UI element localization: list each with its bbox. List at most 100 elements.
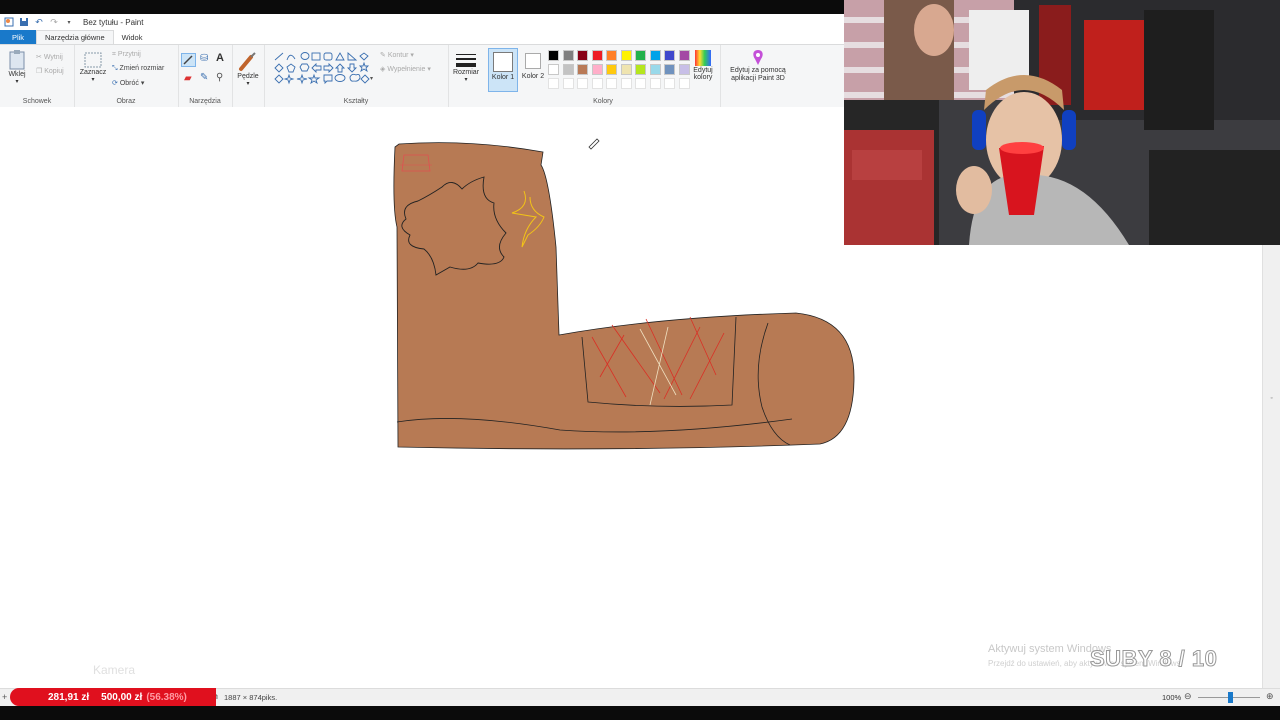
shapes-group-label: Kształty	[343, 98, 369, 105]
fill-bucket-icon[interactable]: ⛁	[200, 53, 208, 64]
paint3d-label: Edytuj za pomocą aplikacji Paint 3D	[730, 67, 786, 82]
donation-goal: 500,00 zł	[101, 691, 143, 703]
fill-button[interactable]: ◈ Wypełnienie ▾	[380, 65, 431, 73]
color-picker-icon[interactable]: ✎	[200, 72, 208, 83]
zoom-out-icon[interactable]: ⊖	[1184, 691, 1192, 702]
colors-group: Kolor 1 Kolor 2 Edytuj kolory Kolory	[486, 45, 721, 107]
chevron-down-icon: ▾	[91, 77, 95, 83]
edit-colors-button[interactable]: Edytuj kolory	[688, 49, 718, 81]
custom-color-slot[interactable]	[591, 78, 603, 89]
fill-label: Wypełnienie	[387, 66, 426, 73]
palette-swatch[interactable]	[635, 50, 646, 61]
resize-handle-icon[interactable]: ◦	[1263, 395, 1280, 407]
color1-button[interactable]: Kolor 1	[488, 48, 518, 92]
tab-view[interactable]: Widok	[114, 30, 151, 44]
brushes-label: Pędzle	[237, 73, 259, 80]
shapes-group: ▾ ✎ Kontur ▾ ◈ Wypełnienie ▾ Kształty	[264, 45, 449, 107]
custom-color-slot[interactable]	[577, 78, 588, 89]
palette-swatch[interactable]	[548, 50, 559, 61]
copy-button[interactable]: ❐ Kopiuj	[36, 67, 64, 75]
rainbow-palette-icon	[695, 50, 711, 66]
magnifier-icon[interactable]: ⚲	[216, 72, 223, 83]
paint3d-group: Edytuj za pomocą aplikacji Paint 3D	[720, 45, 796, 107]
palette-swatch[interactable]	[591, 64, 603, 75]
custom-color-slot[interactable]	[620, 78, 632, 89]
cut-button[interactable]: ✂ Wytnij	[36, 53, 63, 61]
chevron-down-icon[interactable]: ▾	[370, 75, 373, 82]
undo-icon[interactable]: ↶	[33, 16, 45, 28]
palette-swatch[interactable]	[577, 64, 588, 75]
outline-button[interactable]: ✎ Kontur ▾	[380, 51, 414, 59]
pencil-tool[interactable]	[181, 53, 196, 67]
copy-label: Kopiuj	[44, 68, 64, 75]
palette-swatch[interactable]	[664, 64, 675, 75]
custom-color-slot[interactable]	[649, 78, 661, 89]
selection-icon	[84, 52, 102, 68]
image-group-label: Obraz	[116, 98, 136, 105]
color2-button[interactable]: Kolor 2	[520, 48, 546, 80]
palette-swatch[interactable]	[649, 50, 661, 61]
palette-swatch[interactable]	[606, 50, 617, 61]
webcam-feed	[844, 0, 1280, 245]
line-width-icon	[456, 54, 476, 67]
brush-icon	[239, 52, 256, 71]
palette-swatch[interactable]	[620, 50, 632, 61]
ribbon-tabs: Plik Narzędzia główne Widok	[0, 30, 844, 44]
palette-swatch[interactable]	[591, 50, 603, 61]
clipboard-group: Wklej ▾ ✂ Wytnij ❐ Kopiuj Schowek	[0, 45, 75, 107]
paste-label: Wklej	[8, 71, 26, 78]
tools-group: ⛁ A ▰ ✎ ⚲ Narzędzia	[178, 45, 233, 107]
palette-swatch[interactable]	[577, 50, 588, 61]
zoom-in-icon[interactable]: ⊕	[1266, 691, 1274, 702]
custom-color-slot[interactable]	[548, 78, 559, 89]
palette-swatch[interactable]	[620, 64, 632, 75]
donation-current: 281,91 zł	[48, 691, 90, 703]
size-group: Rozmiar ▾	[448, 45, 484, 107]
custom-color-slot[interactable]	[664, 78, 675, 89]
pencil-cursor-icon	[588, 138, 600, 150]
custom-color-slot[interactable]	[606, 78, 617, 89]
brushes-button[interactable]: Pędzle ▾	[234, 51, 262, 87]
palette-swatch[interactable]	[606, 64, 617, 75]
palette-swatch[interactable]	[649, 64, 661, 75]
donation-goal-bar: 281,91 zł 500,00 zł (56.38%)	[10, 688, 216, 706]
palette-swatch[interactable]	[635, 64, 646, 75]
text-tool-icon[interactable]: A	[216, 52, 224, 64]
eraser-icon[interactable]: ▰	[184, 73, 192, 84]
paste-button[interactable]: Wklej ▾	[4, 49, 30, 85]
size-button[interactable]: Rozmiar ▾	[450, 53, 482, 83]
color1-swatch	[493, 52, 513, 72]
save-icon[interactable]	[18, 16, 30, 28]
zoom-slider-thumb[interactable]	[1228, 692, 1233, 703]
outline-label: Kontur	[387, 52, 409, 59]
color2-label: Kolor 2	[521, 73, 545, 80]
copy-icon: ❐	[36, 68, 45, 75]
subs-counter: SUBY 8 / 10	[1089, 646, 1218, 672]
rotate-button[interactable]: ⟳ Obróć ▾	[112, 79, 144, 87]
paint-app-icon	[3, 16, 15, 28]
rotate-label: Obróć	[119, 80, 139, 87]
palette-swatch[interactable]	[562, 50, 574, 61]
vertical-scrollbar[interactable]: ◦	[1262, 245, 1280, 688]
zoom-level: 100%	[1162, 693, 1182, 702]
palette-swatch[interactable]	[562, 64, 574, 75]
palette-swatch[interactable]	[548, 64, 559, 75]
redo-icon[interactable]: ↷	[48, 16, 60, 28]
shapes-gallery-icon[interactable]	[272, 51, 376, 91]
select-button[interactable]: Zaznacz ▾	[78, 51, 108, 83]
title-bar: ↶ ↷ ▾ Bez tytułu - Paint	[0, 14, 844, 30]
pencil-icon	[183, 55, 193, 65]
custom-color-slot[interactable]	[562, 78, 574, 89]
custom-color-slot[interactable]	[635, 78, 646, 89]
crop-button[interactable]: ⌗ Przytnij	[112, 51, 141, 59]
customize-quick-access-icon[interactable]: ▾	[63, 16, 75, 28]
paint3d-button[interactable]: Edytuj za pomocą aplikacji Paint 3D	[722, 49, 794, 83]
crop-label: Przytnij	[117, 51, 141, 58]
resize-button[interactable]: ⤡ Zmień rozmiar	[112, 65, 164, 73]
palette-swatch[interactable]	[664, 50, 675, 61]
tab-file[interactable]: Plik	[0, 30, 36, 44]
size-label: Rozmiar	[452, 69, 480, 76]
color1-label: Kolor 1	[491, 74, 515, 81]
camera-label: Kamera	[93, 663, 136, 677]
tab-home[interactable]: Narzędzia główne	[36, 30, 114, 44]
